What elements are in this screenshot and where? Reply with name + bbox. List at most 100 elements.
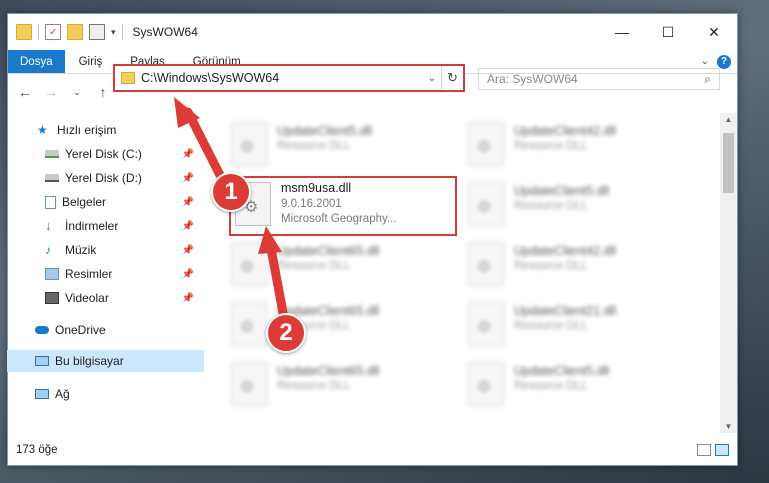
maximize-button[interactable]: ☐ (645, 14, 691, 50)
dll-file-icon (231, 302, 267, 346)
sidebar-item-network[interactable]: Ağ (7, 383, 204, 405)
scrollbar-thumb[interactable] (723, 133, 734, 193)
sidebar-item-onedrive[interactable]: OneDrive (7, 319, 204, 341)
toolbar-separator (121, 24, 123, 40)
help-icon[interactable]: ? (717, 54, 731, 69)
chevron-down-icon[interactable]: ⌄ (423, 73, 441, 84)
step-badge-1: 1 (211, 172, 251, 212)
sidebar-item-downloads[interactable]: ↓ İndirmeler 📌 (7, 215, 204, 237)
sidebar-item-label: OneDrive (55, 323, 106, 337)
sidebar-item-local-disk-c[interactable]: Yerel Disk (C:) 📌 (7, 143, 204, 165)
dll-file-icon (468, 242, 504, 286)
documents-icon (45, 195, 56, 209)
sidebar-item-local-disk-d[interactable]: Yerel Disk (D:) 📌 (7, 167, 204, 189)
expand-ribbon-icon[interactable]: ⌄ (701, 56, 709, 67)
refresh-icon[interactable]: ↻ (441, 66, 463, 90)
drive-icon (45, 174, 59, 182)
address-path[interactable]: C:\Windows\SysWOW64 (141, 71, 423, 85)
pin-icon[interactable]: 📌 (182, 293, 194, 304)
sidebar-item-label: Ağ (55, 387, 70, 401)
file-item[interactable]: UpdateClient42.dll Resource DLL (444, 238, 664, 294)
new-folder-icon[interactable] (67, 24, 83, 40)
file-name: UpdateClient5.dll (514, 364, 610, 378)
file-name: UpdateClient21.dll (514, 304, 617, 318)
sidebar-item-music[interactable]: ♪ Müzik 📌 (7, 239, 204, 261)
sidebar-item-label: İndirmeler (65, 219, 119, 233)
back-arrow-icon[interactable]: ← (14, 84, 36, 100)
file-item[interactable]: UpdateClient65.dllResource DLL (207, 298, 427, 354)
file-description: Resource DLL (277, 380, 351, 392)
pin-icon[interactable]: 📌 (182, 221, 194, 232)
sidebar-item-quick-access[interactable]: ★ Hızlı erişim (7, 119, 204, 141)
step-badge-2: 2 (266, 313, 306, 353)
pictures-icon (45, 268, 59, 280)
large-icons-view-icon[interactable] (715, 444, 729, 456)
file-item[interactable]: UpdateClient5.dll Resource DLL (207, 118, 427, 174)
properties-icon[interactable]: ✓ (45, 24, 61, 40)
pin-icon[interactable]: 📌 (182, 269, 194, 280)
pin-icon[interactable]: 📌 (182, 173, 194, 184)
sidebar-item-label: Hızlı erişim (57, 123, 117, 137)
window-controls: — ☐ ✕ (599, 14, 737, 50)
download-icon: ↓ (45, 218, 52, 233)
address-bar[interactable]: C:\Windows\SysWOW64 ⌄ ↻ (113, 64, 465, 92)
tab-home[interactable]: Giriş (65, 50, 117, 73)
file-description: Resource DLL (277, 260, 351, 272)
star-icon: ★ (37, 123, 48, 137)
search-icon[interactable]: ⌕ (704, 72, 711, 87)
file-description: Resource DLL (514, 380, 588, 392)
sidebar-item-documents[interactable]: Belgeler 📌 (7, 191, 204, 213)
computer-icon (35, 356, 49, 366)
sidebar-item-videos[interactable]: Videolar 📌 (7, 287, 204, 309)
close-button[interactable]: ✕ (691, 14, 737, 50)
dll-file-icon (468, 302, 504, 346)
pin-icon[interactable]: 📌 (182, 197, 194, 208)
vertical-scrollbar[interactable]: ▲ ▼ (720, 113, 737, 433)
file-item[interactable]: UpdateClient65.dll Resource DLL (207, 238, 427, 294)
scroll-down-icon[interactable]: ▼ (720, 422, 737, 431)
item-count: 173 öğe (16, 444, 58, 456)
dll-file-icon (231, 242, 267, 286)
quick-access-toolbar: ✓ ▾ (8, 14, 123, 50)
minimize-button[interactable]: — (599, 14, 645, 50)
highlight-box (229, 176, 457, 236)
sidebar-item-pictures[interactable]: Resimler 📌 (7, 263, 204, 285)
forward-arrow-icon[interactable]: → (40, 84, 62, 100)
file-item[interactable]: UpdateClient5.dll Resource DLL (444, 178, 664, 234)
recent-locations-icon[interactable]: ⌄ (66, 87, 88, 98)
file-description: Resource DLL (514, 200, 588, 212)
pin-icon[interactable]: 📌 (182, 149, 194, 160)
file-item[interactable]: UpdateClient42.dll Resource DLL (444, 118, 664, 174)
search-input[interactable]: Ara: SysWOW64 ⌕ (478, 68, 720, 90)
details-view-icon[interactable] (697, 444, 711, 456)
sidebar-item-label: Müzik (65, 243, 97, 257)
drive-icon (45, 150, 59, 158)
file-item[interactable]: UpdateClient5.dll Resource DLL (444, 358, 664, 414)
file-name: UpdateClient42.dll (514, 124, 617, 138)
pin-icon[interactable]: 📌 (182, 245, 194, 256)
window-title: SysWOW64 (132, 25, 198, 39)
dll-file-icon (468, 182, 504, 226)
folder-icon (121, 72, 135, 84)
view-switcher (697, 444, 729, 456)
sidebar-item-label: Resimler (65, 267, 113, 281)
status-bar: 173 öğe (8, 436, 737, 464)
view-icon[interactable] (89, 24, 105, 40)
file-item[interactable]: UpdateClient65.dll Resource DLL (207, 358, 427, 414)
music-icon: ♪ (45, 243, 51, 257)
dll-file-icon (231, 362, 267, 406)
file-description: Resource DLL (514, 140, 588, 152)
customize-toolbar-icon[interactable]: ▾ (111, 27, 116, 38)
file-name: UpdateClient65.dll (277, 244, 380, 258)
file-name: UpdateClient5.dll (514, 184, 610, 198)
file-item[interactable]: UpdateClient21.dll Resource DLL (444, 298, 664, 354)
up-arrow-icon[interactable]: ↑ (92, 84, 114, 100)
sidebar-item-label: Bu bilgisayar (55, 354, 124, 368)
file-description: Resource DLL (277, 140, 351, 152)
sidebar-item-this-pc[interactable]: Bu bilgisayar (7, 350, 204, 372)
tab-file[interactable]: Dosya (8, 50, 65, 73)
file-name: UpdateClient42.dll (514, 244, 617, 258)
scroll-up-icon[interactable]: ▲ (720, 115, 737, 124)
cloud-icon (35, 326, 49, 334)
file-name: UpdateClient65.dll (277, 364, 380, 378)
